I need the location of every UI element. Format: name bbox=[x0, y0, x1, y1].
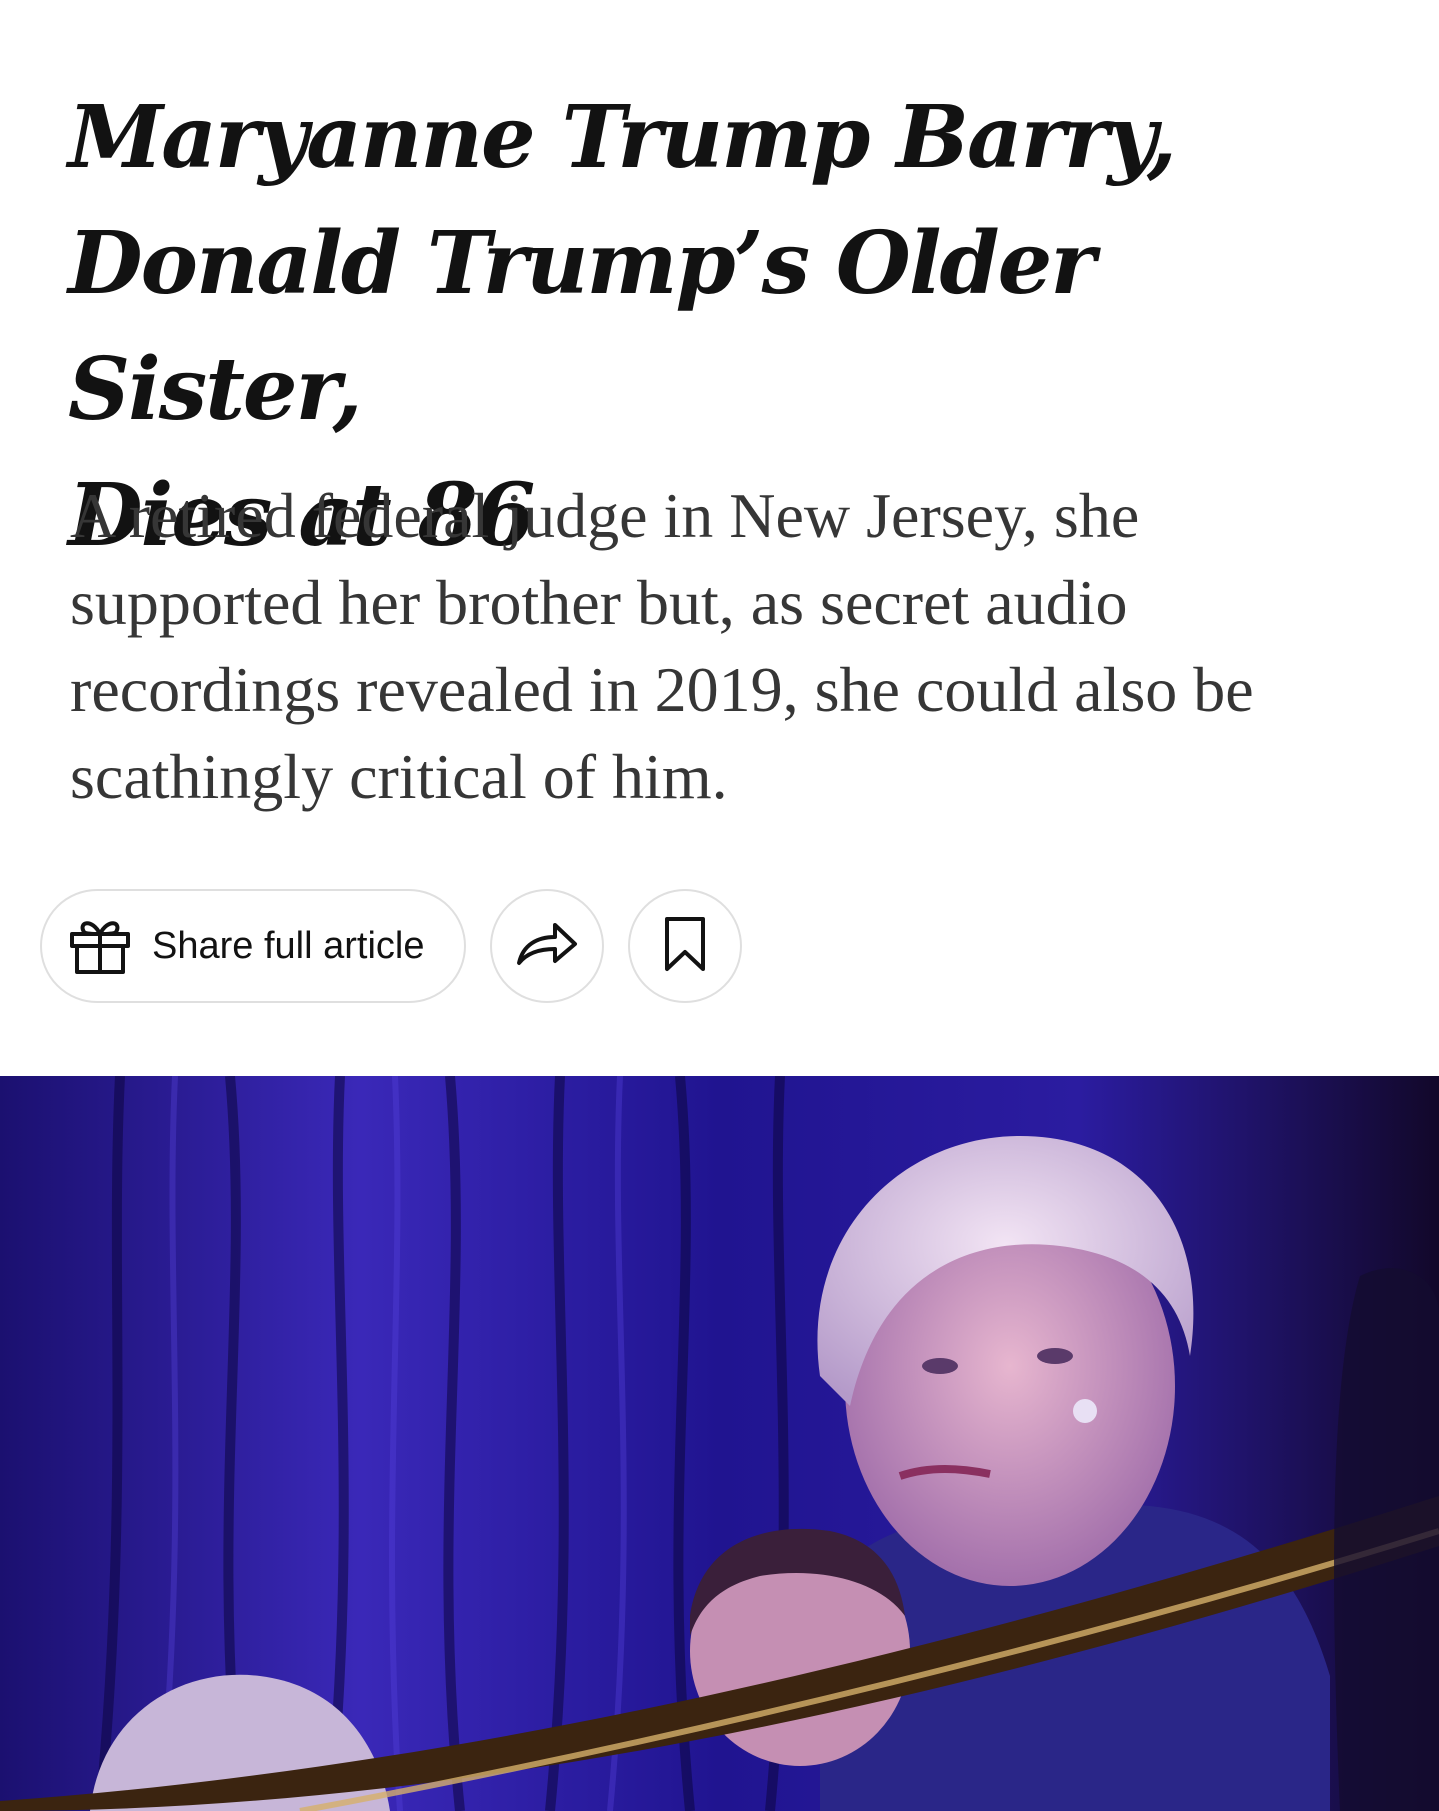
share-full-article-button[interactable]: Share full article bbox=[40, 889, 466, 1003]
share-button[interactable] bbox=[490, 889, 604, 1003]
article-actions: Share full article bbox=[40, 889, 742, 1003]
article-summary: A retired federal judge in New Jersey, s… bbox=[70, 480, 1254, 812]
article-header: Maryanne Trump Barry, Donald Trump’s Olde… bbox=[0, 0, 1439, 1811]
headline-line-1: Maryanne Trump Barry, bbox=[68, 87, 1177, 188]
gift-icon bbox=[68, 914, 132, 978]
save-article-button[interactable] bbox=[628, 889, 742, 1003]
share-arrow-icon bbox=[515, 919, 579, 974]
share-full-article-label: Share full article bbox=[152, 924, 425, 967]
headline-line-2: Donald Trump’s Older Sister, bbox=[68, 213, 1096, 440]
bookmark-icon bbox=[664, 916, 706, 977]
lead-photo bbox=[0, 1076, 1439, 1811]
